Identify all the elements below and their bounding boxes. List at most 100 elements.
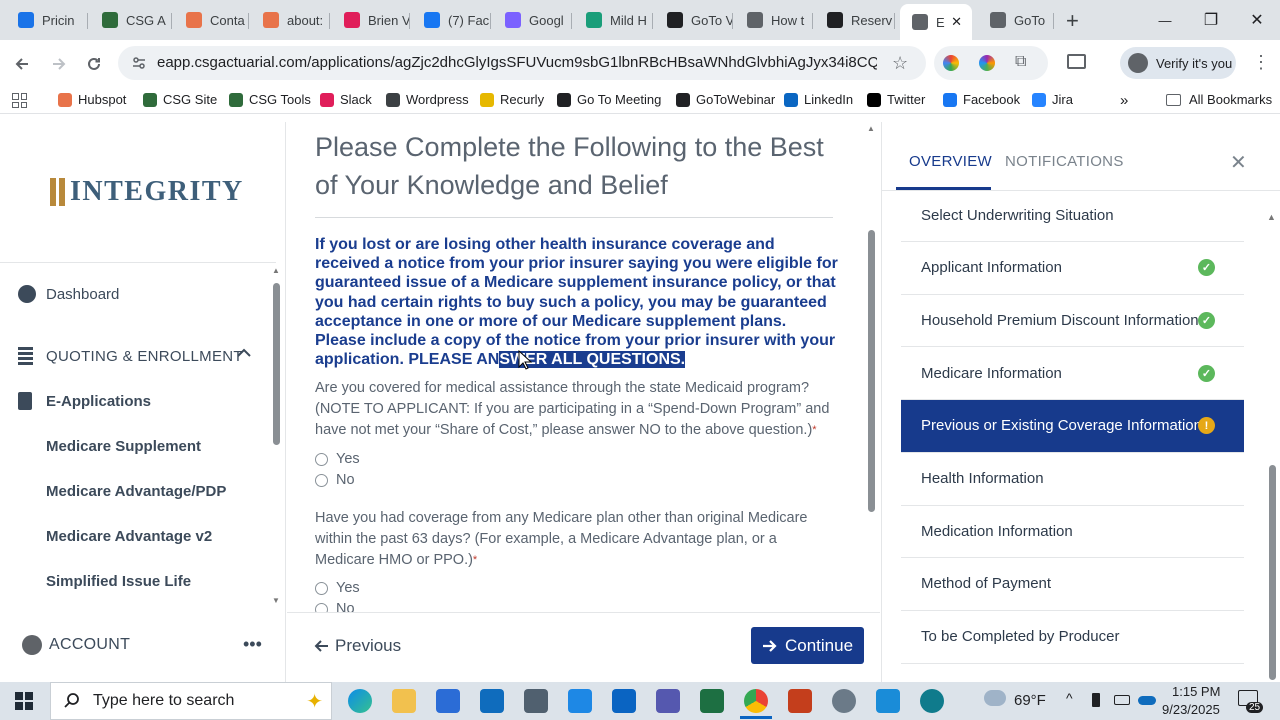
tray-chevron-icon[interactable]: ^ <box>1066 690 1073 706</box>
bookmark-item[interactable]: Facebook <box>943 92 1020 107</box>
browser-tab[interactable]: Conta <box>176 4 249 36</box>
section-item[interactable]: Medication Information <box>901 505 1244 559</box>
onedrive-icon[interactable] <box>1138 696 1156 705</box>
browser-tab[interactable]: E ✕ <box>900 4 972 40</box>
site-info-icon[interactable] <box>131 55 147 76</box>
radio-circle[interactable] <box>315 602 328 612</box>
account-menu-icon[interactable]: ••• <box>243 634 262 655</box>
browser-tab[interactable]: Brien V <box>334 4 410 36</box>
apps-grid-icon[interactable] <box>12 93 27 108</box>
tab-overview[interactable]: OVERVIEW <box>909 153 992 170</box>
settings-app-icon[interactable] <box>568 689 592 713</box>
browser-tab[interactable]: Googl <box>495 4 572 36</box>
chrome-icon[interactable] <box>744 689 768 713</box>
section-item[interactable]: Medicare Information ✓ <box>901 347 1244 401</box>
bookmark-item[interactable]: CSG Site <box>143 92 217 107</box>
browser-tab[interactable]: How t <box>737 4 813 36</box>
close-window-button[interactable]: ✕ <box>1234 0 1280 40</box>
bookmark-item[interactable]: LinkedIn <box>784 92 853 107</box>
back-button[interactable] <box>9 51 35 77</box>
app-icon[interactable] <box>524 689 548 713</box>
tab-notifications[interactable]: NOTIFICATIONS <box>1005 153 1124 170</box>
windows-start-icon[interactable] <box>15 692 33 710</box>
section-item[interactable]: To be Completed by Producer <box>901 611 1244 664</box>
tray-battery-icon[interactable] <box>1114 695 1130 705</box>
sidebar-item-simplified-issue-life[interactable]: Simplified Issue Life <box>46 573 191 590</box>
browser-tab[interactable]: GoTo V <box>657 4 733 36</box>
bookmark-item[interactable]: Wordpress <box>386 92 469 107</box>
profile-verify-button[interactable]: Verify it's you <box>1120 47 1236 79</box>
sidebar-item-account[interactable]: ACCOUNT <box>49 636 130 654</box>
browser-tab[interactable]: GoTo <box>980 4 1054 36</box>
new-tab-button[interactable]: + <box>1066 8 1079 34</box>
q1-no-radio[interactable]: No <box>315 472 355 488</box>
file-explorer-icon[interactable] <box>392 689 416 713</box>
panel-scroll-up[interactable]: ▲ <box>1267 212 1276 222</box>
sidebar-item-medicare-advantage-v2[interactable]: Medicare Advantage v2 <box>46 528 212 545</box>
radio-circle[interactable] <box>315 452 328 466</box>
bookmark-item[interactable]: Jira <box>1032 92 1073 107</box>
radio-circle[interactable] <box>315 473 328 487</box>
reload-button[interactable] <box>81 51 107 77</box>
snipping-icon[interactable] <box>832 689 856 713</box>
chevron-up-icon[interactable] <box>236 345 252 363</box>
excel-icon[interactable] <box>700 689 724 713</box>
url-text[interactable]: eapp.csgactuarial.com/applications/agZjc… <box>157 54 877 71</box>
section-item[interactable]: Health Information <box>901 453 1244 506</box>
q2-yes-radio[interactable]: Yes <box>315 580 360 596</box>
radio-circle[interactable] <box>315 581 328 595</box>
sidebar-item-medicare-advantage-pdp[interactable]: Medicare Advantage/PDP <box>46 483 226 500</box>
sidebar-item-e-applications[interactable]: E-Applications <box>46 393 151 410</box>
teams-icon[interactable] <box>656 689 680 713</box>
cast-icon[interactable] <box>1067 54 1086 69</box>
forward-button[interactable] <box>46 51 72 77</box>
clock-time[interactable]: 1:15 PM <box>1172 684 1220 699</box>
outlook-icon[interactable] <box>612 689 636 713</box>
edge-icon[interactable] <box>348 689 372 713</box>
sidebar-item-dashboard[interactable]: Dashboard <box>46 286 119 303</box>
section-item[interactable]: Previous or Existing Coverage Informatio… <box>901 399 1244 453</box>
minimize-button[interactable]: — <box>1142 0 1188 40</box>
bookmark-item[interactable]: Slack <box>320 92 372 107</box>
browser-menu-icon[interactable]: ⋮ <box>1252 52 1270 73</box>
browser-tab[interactable]: (7) Fac <box>414 4 491 36</box>
weather-temp[interactable]: 69°F <box>1014 692 1046 709</box>
powerpoint-icon[interactable] <box>788 689 812 713</box>
section-item[interactable]: Applicant Information ✓ <box>901 242 1244 295</box>
section-item[interactable]: Method of Payment <box>901 558 1244 611</box>
panel-scrollbar-thumb[interactable] <box>1269 465 1276 680</box>
browser-tab[interactable]: CSG A <box>92 4 172 36</box>
extensions-puzzle-icon[interactable]: ⧉ <box>1015 53 1026 71</box>
tray-usb-icon[interactable] <box>1092 693 1100 707</box>
store-icon[interactable] <box>436 689 460 713</box>
main-scroll-up[interactable]: ▲ <box>867 124 875 133</box>
app-r-icon[interactable] <box>876 689 900 713</box>
q2-no-radio[interactable]: No <box>315 601 355 612</box>
close-panel-icon[interactable]: ✕ <box>1230 150 1247 175</box>
mail-icon[interactable] <box>480 689 504 713</box>
main-scrollbar-thumb[interactable] <box>868 230 875 512</box>
sidebar-scroll-up[interactable]: ▲ <box>272 266 280 275</box>
continue-button[interactable]: Continue <box>751 627 864 664</box>
bookmark-item[interactable]: GoToWebinar <box>676 92 775 107</box>
more-bookmarks-button[interactable]: » <box>1120 92 1128 109</box>
sidebar-item-quoting-enrollment[interactable]: QUOTING & ENROLLMENT <box>46 348 243 365</box>
section-item[interactable]: Household Premium Discount Information ✓ <box>901 294 1244 348</box>
bookmark-star-icon[interactable]: ☆ <box>892 53 908 74</box>
browser-tab[interactable]: about: <box>253 4 330 36</box>
clock-date[interactable]: 9/23/2025 <box>1162 702 1220 717</box>
q1-yes-radio[interactable]: Yes <box>315 451 360 467</box>
previous-button[interactable]: Previous <box>313 632 401 660</box>
all-bookmarks-button[interactable]: All Bookmarks <box>1166 92 1272 107</box>
bookmark-item[interactable]: Go To Meeting <box>557 92 661 107</box>
close-tab-icon[interactable]: ✕ <box>951 14 962 30</box>
bookmark-item[interactable]: Hubspot <box>58 92 126 107</box>
sidebar-item-medicare-supplement[interactable]: Medicare Supplement <box>46 438 201 455</box>
browser-tab[interactable]: Pricin <box>8 4 88 36</box>
bookmark-item[interactable]: Recurly <box>480 92 544 107</box>
sidebar-scrollbar-thumb[interactable] <box>273 283 280 445</box>
app-gear-icon[interactable] <box>920 689 944 713</box>
bookmark-item[interactable]: Twitter <box>867 92 925 107</box>
maximize-button[interactable]: ❐ <box>1188 0 1234 40</box>
extension-color-icon[interactable] <box>943 55 959 71</box>
